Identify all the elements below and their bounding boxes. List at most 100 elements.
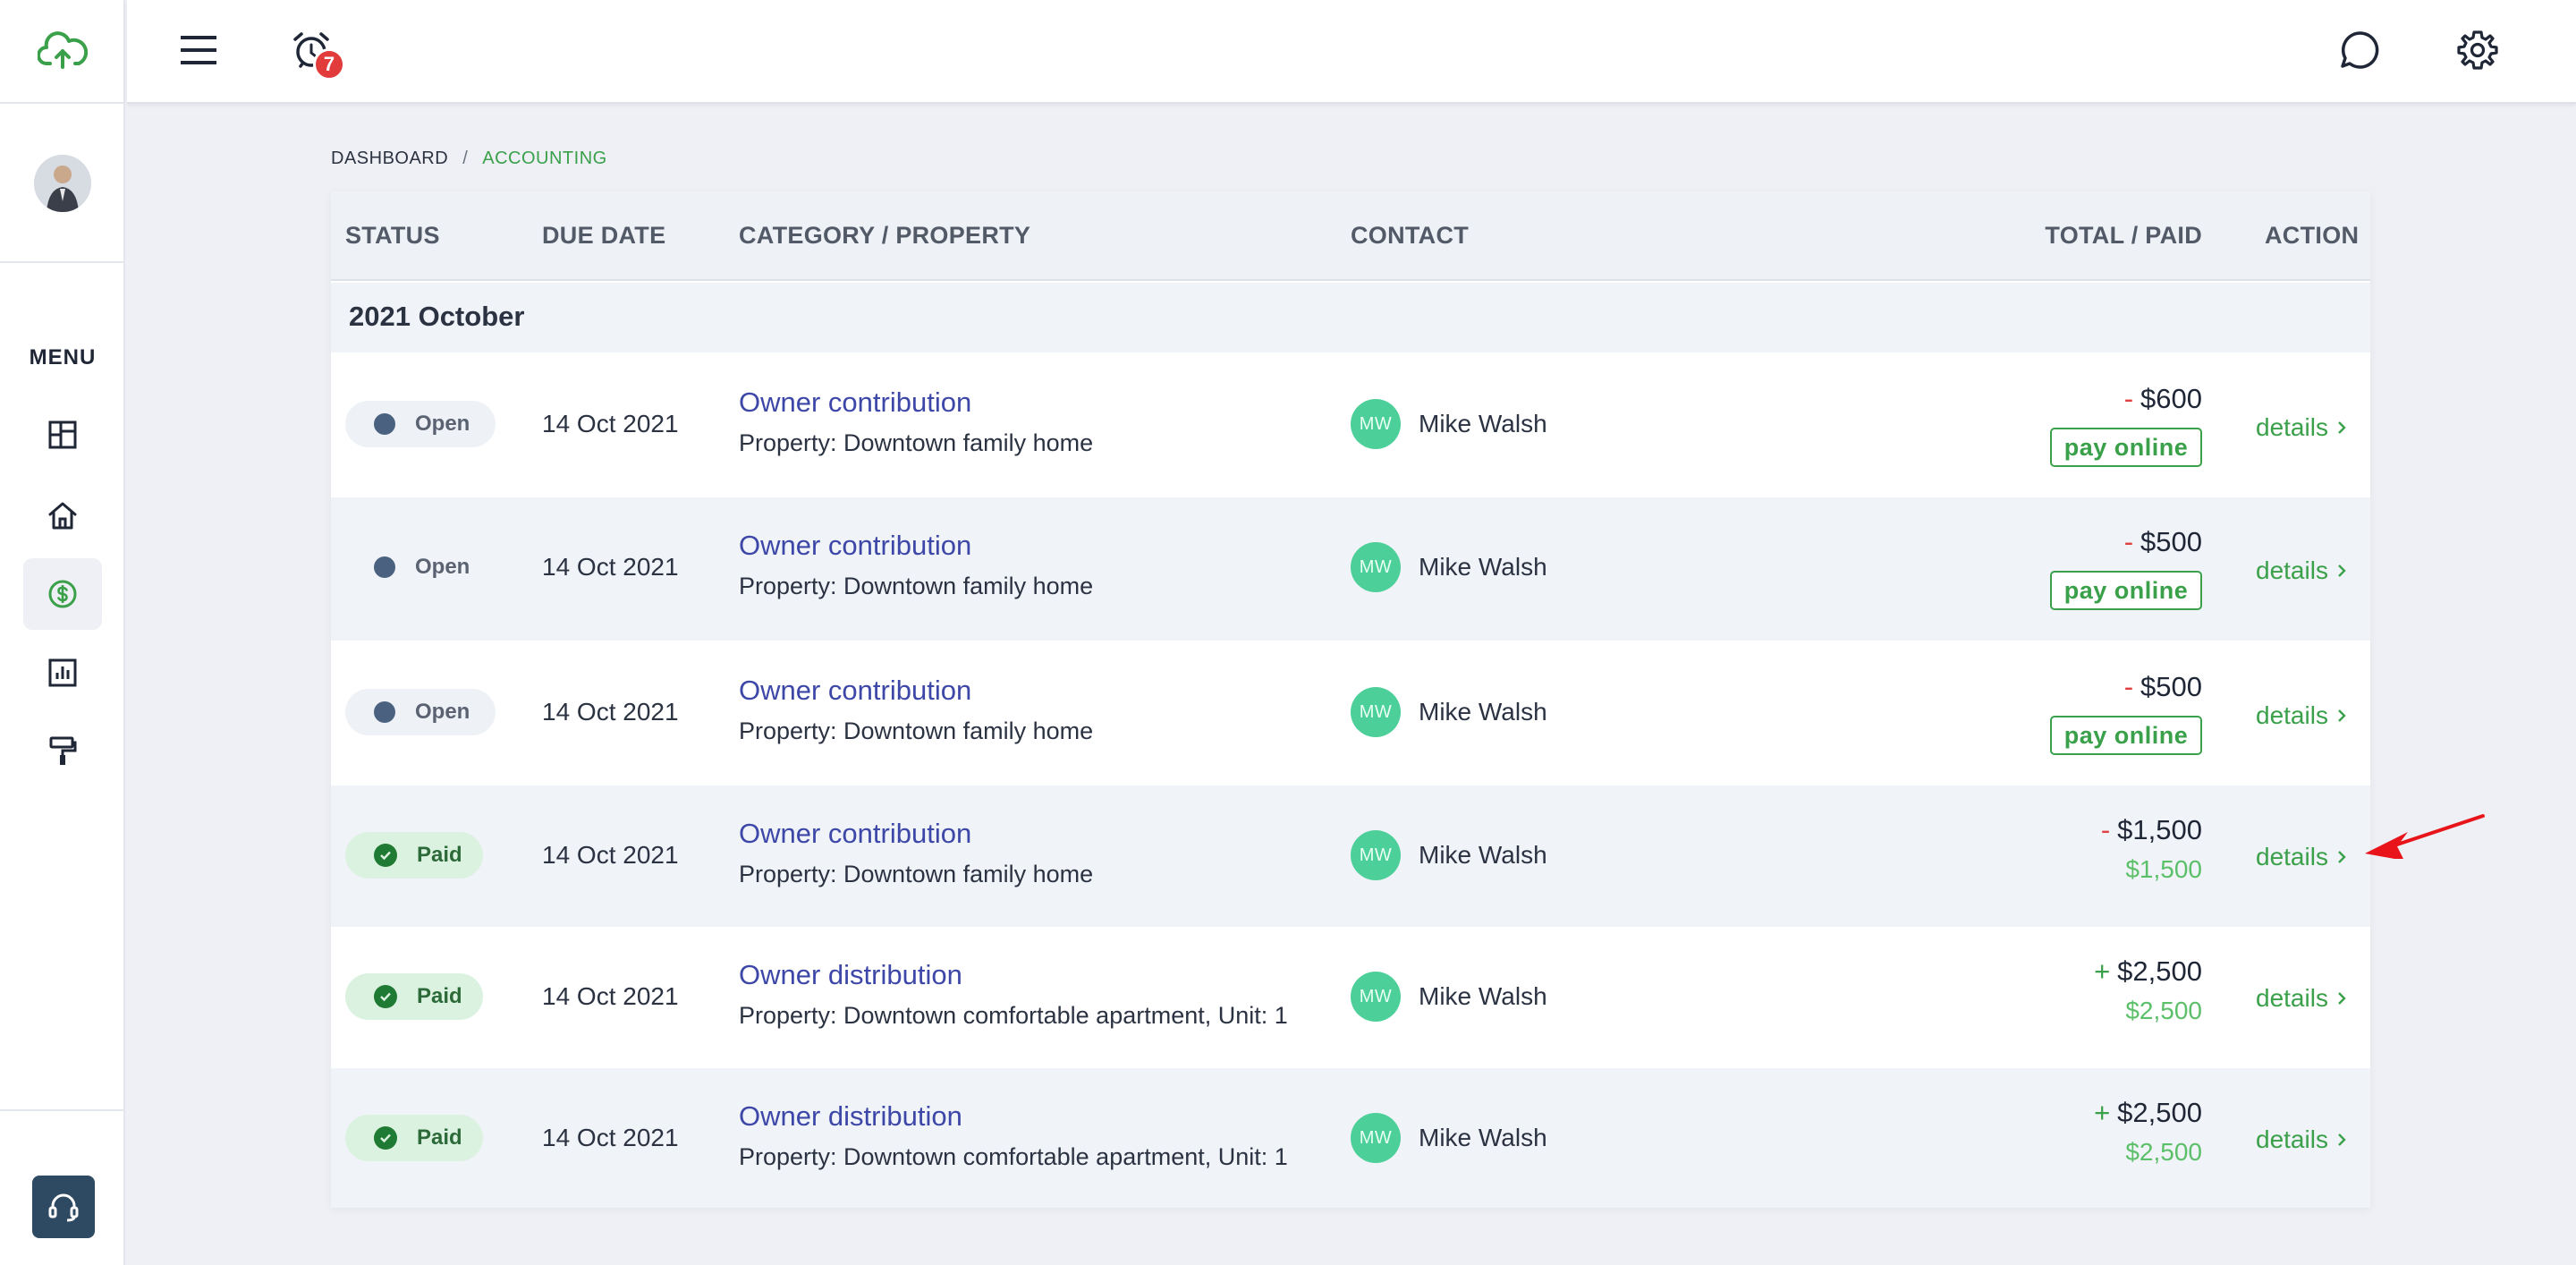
contact-avatar: MW [1351, 830, 1401, 880]
details-label: details [2256, 1125, 2328, 1153]
status-badge: Paid [345, 973, 483, 1020]
category-link[interactable]: Owner distribution [739, 959, 962, 991]
messages-button[interactable] [2334, 25, 2385, 75]
due-date: 14 Oct 2021 [542, 982, 679, 1010]
category-link[interactable]: Owner contribution [739, 675, 971, 707]
user-photo [34, 155, 91, 212]
amount-value: $1,500 [2117, 814, 2202, 845]
details-link[interactable]: details [2256, 843, 2346, 871]
amount-sign: - [2100, 814, 2111, 845]
details-link[interactable]: details [2256, 984, 2346, 1013]
amount-value: $600 [2140, 383, 2202, 414]
contact-name[interactable]: Mike Walsh [1419, 410, 1547, 438]
due-date: 14 Oct 2021 [542, 1124, 679, 1151]
support-button[interactable] [32, 1176, 95, 1238]
settings-button[interactable] [2453, 25, 2503, 75]
paid-amount: $2,500 [2125, 997, 2202, 1024]
table-row[interactable]: Open 14 Oct 2021 Owner contribution Prop… [331, 641, 2370, 785]
gear-icon [2457, 30, 2498, 70]
notification-count-badge: 7 [313, 48, 345, 81]
amount-value: $2,500 [2117, 1097, 2202, 1128]
amount-sign: - [2123, 526, 2134, 557]
header-status[interactable]: STATUS [345, 222, 440, 250]
table-row[interactable]: Paid 14 Oct 2021 Owner contribution Prop… [331, 785, 2370, 927]
breadcrumb-dashboard[interactable]: DASHBOARD [331, 149, 448, 169]
details-link[interactable]: details [2256, 701, 2346, 730]
property-label: Property: Downtown comfortable apartment… [739, 1143, 1288, 1170]
status-badge: Open [345, 689, 496, 735]
chevron-right-icon [2338, 709, 2346, 722]
table-row[interactable]: Open 14 Oct 2021 Owner contribution Prop… [331, 352, 2370, 497]
notifications-button[interactable]: 7 [286, 25, 345, 81]
open-status-icon [374, 556, 395, 578]
category-link[interactable]: Owner contribution [739, 818, 971, 850]
contact-avatar: MW [1351, 687, 1401, 737]
category-link[interactable]: Owner distribution [739, 1100, 962, 1133]
sidebar-item-dashboard[interactable] [23, 399, 102, 471]
details-link[interactable]: details [2256, 556, 2346, 585]
contact-name[interactable]: Mike Walsh [1419, 841, 1547, 870]
contact-avatar: MW [1351, 972, 1401, 1022]
sidebar-item-accounting[interactable] [23, 558, 102, 630]
hamburger-menu-button[interactable] [175, 27, 222, 73]
chevron-right-icon [2338, 851, 2346, 863]
details-label: details [2256, 701, 2328, 729]
menu-label: MENU [29, 345, 97, 369]
contact-name[interactable]: Mike Walsh [1419, 698, 1547, 726]
details-label: details [2256, 413, 2328, 441]
details-link[interactable]: details [2256, 1125, 2346, 1154]
property-label: Property: Downtown family home [739, 717, 1094, 744]
property-label: Property: Downtown family home [739, 861, 1094, 887]
header-total[interactable]: TOTAL / PAID [2045, 222, 2202, 250]
cloud-upload-icon [38, 31, 88, 69]
amount-value: $2,500 [2117, 955, 2202, 987]
header-category[interactable]: CATEGORY / PROPERTY [739, 222, 1030, 250]
open-status-icon [374, 701, 395, 723]
month-group-label: 2021 October [349, 301, 525, 332]
table-row[interactable]: Paid 14 Oct 2021 Owner distribution Prop… [331, 927, 2370, 1068]
pay-online-button[interactable]: pay online [2050, 716, 2202, 755]
contact-name[interactable]: Mike Walsh [1419, 982, 1547, 1011]
details-link[interactable]: details [2256, 413, 2346, 442]
sidebar-item-properties[interactable] [23, 480, 102, 551]
avatar[interactable] [34, 155, 91, 212]
category-link[interactable]: Owner contribution [739, 530, 971, 562]
dollar-icon [48, 580, 77, 608]
total-amount: - $600 [2124, 383, 2202, 415]
table-header: STATUS DUE DATE CATEGORY / PROPERTY CONT… [331, 191, 2370, 281]
header-contact[interactable]: CONTACT [1351, 222, 1469, 250]
sidebar-item-maintenance[interactable] [23, 716, 102, 787]
status-label: Paid [417, 843, 462, 867]
status-label: Paid [417, 1125, 462, 1150]
table-row[interactable]: Paid 14 Oct 2021 Owner distribution Prop… [331, 1068, 2370, 1208]
table-row[interactable]: Open 14 Oct 2021 Owner contribution Prop… [331, 497, 2370, 641]
total-amount: - $500 [2124, 671, 2202, 703]
due-date: 14 Oct 2021 [542, 553, 679, 581]
month-group-row: 2021 October [331, 283, 2370, 352]
status-badge: Open [345, 544, 496, 590]
category-link[interactable]: Owner contribution [739, 386, 971, 419]
details-label: details [2256, 556, 2328, 584]
chevron-right-icon [2338, 992, 2346, 1005]
status-badge: Paid [345, 832, 483, 879]
header-due-date[interactable]: DUE DATE [542, 222, 665, 250]
status-badge: Open [345, 401, 496, 447]
top-bar: 7 [127, 0, 2576, 104]
amount-sign: + [2094, 1097, 2111, 1128]
contact-name[interactable]: Mike Walsh [1419, 1124, 1547, 1152]
header-action: ACTION [2265, 222, 2360, 249]
due-date: 14 Oct 2021 [542, 698, 679, 726]
breadcrumb-separator: / [462, 149, 469, 168]
home-icon [48, 502, 77, 530]
app-logo[interactable] [0, 0, 125, 104]
contact-avatar: MW [1351, 1113, 1401, 1163]
sidebar-item-reports[interactable] [23, 637, 102, 709]
due-date: 14 Oct 2021 [542, 410, 679, 437]
pay-online-button[interactable]: pay online [2050, 428, 2202, 467]
maintenance-icon [49, 736, 77, 765]
pay-online-button[interactable]: pay online [2050, 571, 2202, 610]
sidebar: MENU [0, 0, 125, 1265]
paid-amount: $2,500 [2125, 1138, 2202, 1166]
contact-name[interactable]: Mike Walsh [1419, 553, 1547, 582]
chevron-right-icon [2338, 565, 2346, 577]
